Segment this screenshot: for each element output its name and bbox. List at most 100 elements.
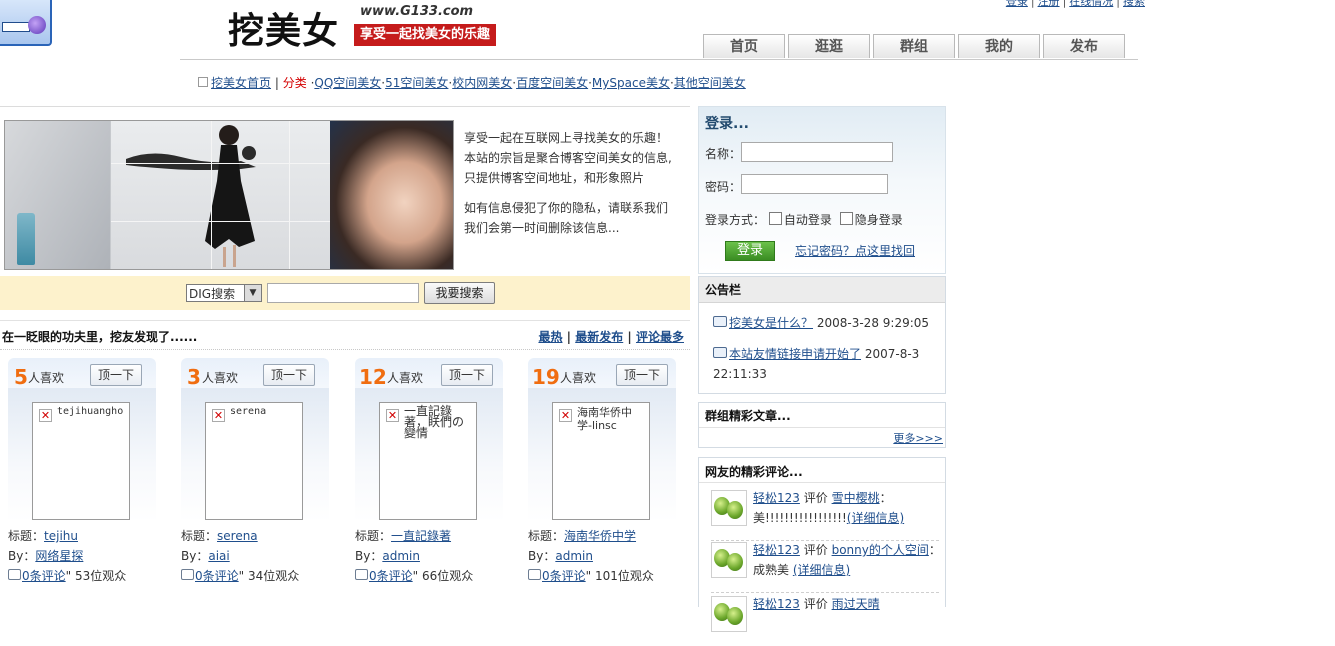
banner-photo bbox=[4, 120, 454, 270]
card-info: 标题：tejihu By：网络星探 0条评论" 53位观众 bbox=[8, 529, 127, 583]
notice-item: 挖美女是什么？ 2008-3-28 9:29:05 bbox=[713, 313, 938, 333]
by-label: By： bbox=[528, 549, 556, 563]
sort-comments[interactable]: 评论最多 bbox=[636, 330, 684, 344]
card-thumbnail[interactable]: ✕ serena bbox=[205, 402, 303, 520]
title-label: 标题： bbox=[8, 529, 45, 543]
card-author-link[interactable]: admin bbox=[555, 549, 593, 563]
notice-link[interactable]: 挖美女是什么？ bbox=[729, 316, 813, 330]
category-campus[interactable]: 校内网美女 bbox=[452, 76, 512, 90]
review-user-link[interactable]: 轻松123 bbox=[753, 543, 800, 557]
comment-icon bbox=[181, 569, 194, 580]
card-views: 53位观众 bbox=[74, 569, 127, 583]
auto-login-checkbox[interactable] bbox=[768, 212, 782, 225]
tab-publish[interactable]: 发布 bbox=[1043, 34, 1125, 58]
title-label: 标题： bbox=[528, 529, 565, 543]
review-detail-link[interactable]: (详细信息) bbox=[847, 511, 904, 525]
card-thumbnail[interactable]: ✕ 一直記錄著，眹們の變情 bbox=[379, 402, 477, 520]
password-field[interactable] bbox=[741, 174, 888, 194]
vote-button[interactable]: 顶一下 bbox=[616, 364, 668, 386]
search-type-value: DIG搜索 bbox=[189, 287, 236, 301]
notice-link[interactable]: 本站友情链接申请开始了 bbox=[729, 347, 861, 361]
review-detail-link[interactable]: (详细信息) bbox=[793, 563, 850, 577]
thumbnail-alt-text: 海南华侨中学-linsc bbox=[577, 406, 632, 432]
card-author-link[interactable]: aiai bbox=[208, 549, 229, 563]
group-panel: 群组精彩文章... 更多>>> bbox=[698, 402, 946, 448]
card-views: 101位观众 bbox=[594, 569, 654, 583]
like-label: 人喜欢 bbox=[28, 371, 65, 385]
comment-icon bbox=[355, 569, 368, 580]
breadcrumb-home[interactable]: 挖美女首页 bbox=[211, 76, 271, 90]
review-target-link[interactable]: bonny的个人空间 bbox=[832, 543, 929, 557]
category-51[interactable]: 51空间美女 bbox=[385, 76, 448, 90]
group-more-link[interactable]: 更多>>> bbox=[893, 430, 943, 446]
card-info: 标题：serena By：aiai 0条评论" 34位观众 bbox=[181, 529, 300, 583]
vote-button[interactable]: 顶一下 bbox=[90, 364, 142, 386]
card-thumbnail[interactable]: ✕ 海南华侨中学-linsc bbox=[552, 402, 650, 520]
category-qq[interactable]: QQ空间美女 bbox=[314, 76, 381, 90]
card-title-link[interactable]: tejihu bbox=[44, 529, 78, 543]
broken-image-icon: ✕ bbox=[212, 409, 225, 422]
tab-browse[interactable]: 逛逛 bbox=[788, 34, 870, 58]
card-comments-link[interactable]: 0条评论 bbox=[542, 569, 586, 583]
card-author-link[interactable]: admin bbox=[382, 549, 420, 563]
review-user-link[interactable]: 轻松123 bbox=[753, 597, 800, 611]
review-target-link[interactable]: 雪中樱桃 bbox=[832, 491, 880, 505]
chevron-down-icon[interactable]: ▼ bbox=[244, 285, 261, 301]
site-logo[interactable]: 挖美女 bbox=[228, 2, 339, 54]
card-title-link[interactable]: 海南华侨中学 bbox=[564, 529, 636, 543]
avatar[interactable] bbox=[711, 542, 747, 578]
top-link-search[interactable]: 搜索 bbox=[1123, 0, 1145, 8]
tab-groups[interactable]: 群组 bbox=[873, 34, 955, 58]
top-link-login[interactable]: 登录 bbox=[1006, 0, 1028, 8]
name-label: 名称： bbox=[705, 147, 742, 161]
sort-new[interactable]: 最新发布 bbox=[575, 330, 623, 344]
search-input[interactable] bbox=[267, 283, 419, 303]
thumbnail-alt-text: 一直記錄著，眹們の變情 bbox=[404, 404, 465, 440]
list-icon bbox=[198, 77, 208, 87]
by-label: By： bbox=[8, 549, 36, 563]
password-label: 密码： bbox=[705, 180, 742, 194]
broken-image-icon: ✕ bbox=[559, 409, 572, 422]
avatar[interactable] bbox=[711, 596, 747, 632]
app-corner-icon[interactable] bbox=[0, 0, 52, 46]
banner-photo-3 bbox=[330, 121, 453, 269]
intro-divider bbox=[0, 106, 690, 107]
card-author-link[interactable]: 网络星探 bbox=[35, 549, 83, 563]
card-thumbnail[interactable]: ✕ tejihuangho bbox=[32, 402, 130, 520]
search-button[interactable]: 我要搜索 bbox=[424, 282, 495, 304]
login-button[interactable]: 登录 bbox=[725, 241, 775, 261]
sort-hot[interactable]: 最热 bbox=[538, 330, 562, 344]
top-link-online[interactable]: 在线情况 bbox=[1069, 0, 1113, 8]
intro-line: 只提供博客空间地址，和形象照片 bbox=[464, 171, 645, 185]
review-target-link[interactable]: 雨过天晴 bbox=[832, 597, 880, 611]
username-field[interactable] bbox=[741, 142, 893, 162]
notice-panel: 公告栏 挖美女是什么？ 2008-3-28 9:29:05 本站友情链接申请开始… bbox=[698, 276, 946, 394]
tab-home[interactable]: 首页 bbox=[703, 34, 785, 58]
card-body: ✕ tejihuangho bbox=[8, 388, 156, 522]
avatar[interactable] bbox=[711, 490, 747, 526]
invisible-login-checkbox[interactable] bbox=[839, 212, 853, 225]
card-title-link[interactable]: 一直記錄著 bbox=[391, 529, 451, 543]
discover-header: 在一眨眼的功夫里，挖友发现了...... 最热 | 最新发布 | 评论最多 bbox=[0, 320, 690, 350]
card-comments-link[interactable]: 0条评论 bbox=[369, 569, 413, 583]
review-user-link[interactable]: 轻松123 bbox=[753, 491, 800, 505]
invisible-login-label: 隐身登录 bbox=[854, 213, 903, 227]
tab-mine[interactable]: 我的 bbox=[958, 34, 1040, 58]
review-content: 成熟美 bbox=[753, 563, 790, 577]
card-body: ✕ 海南华侨中学-linsc bbox=[528, 388, 676, 522]
category-myspace[interactable]: MySpace美女 bbox=[592, 76, 670, 90]
search-type-select[interactable]: DIG搜索 ▼ bbox=[186, 284, 262, 302]
forgot-password-link[interactable]: 忘记密码？点这里找回 bbox=[795, 242, 915, 259]
title-label: 标题： bbox=[181, 529, 218, 543]
vote-button[interactable]: 顶一下 bbox=[263, 364, 315, 386]
vote-button[interactable]: 顶一下 bbox=[441, 364, 493, 386]
category-other[interactable]: 其他空间美女 bbox=[674, 76, 746, 90]
top-link-register[interactable]: 注册 bbox=[1038, 0, 1060, 8]
card-title-link[interactable]: serena bbox=[217, 529, 258, 543]
category-baidu[interactable]: 百度空间美女 bbox=[516, 76, 588, 90]
by-label: By： bbox=[355, 549, 383, 563]
card-comments-link[interactable]: 0条评论 bbox=[195, 569, 239, 583]
card-info: 标题：一直記錄著 By：admin 0条评论" 66位观众 bbox=[355, 529, 474, 583]
card-comments-link[interactable]: 0条评论 bbox=[22, 569, 66, 583]
card-body: ✕ serena bbox=[181, 388, 329, 522]
